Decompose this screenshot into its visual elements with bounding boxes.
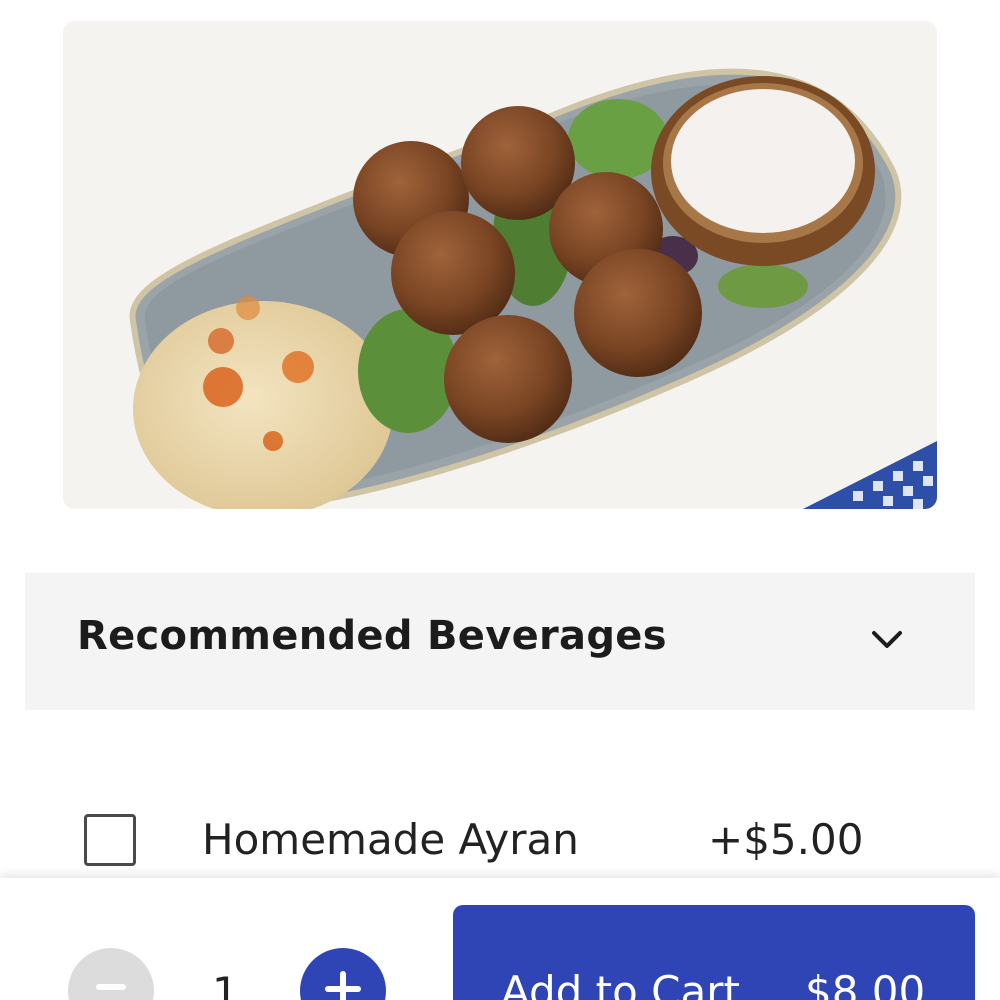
section-title: Recommended Beverages [77, 613, 667, 659]
add-to-cart-label: Add to Cart [501, 967, 740, 1000]
beverage-option-price: +$5.00 [708, 815, 864, 864]
recommended-beverages-header[interactable]: Recommended Beverages [25, 573, 975, 710]
beverage-checkbox[interactable] [84, 814, 136, 866]
quantity-value: 1 [212, 968, 239, 1000]
increase-quantity-button[interactable] [300, 948, 386, 1000]
add-to-cart-button[interactable]: Add to Cart $8.00 [453, 905, 975, 1000]
chevron-down-icon[interactable] [871, 629, 903, 651]
product-image [63, 21, 937, 509]
decrease-quantity-button[interactable] [68, 948, 154, 1000]
falafel-plate-illustration [63, 21, 937, 509]
minus-icon [96, 984, 126, 990]
cart-bar: 1 Add to Cart $8.00 [0, 878, 1000, 1000]
beverage-option-label: Homemade Ayran [202, 815, 579, 864]
cart-total: $8.00 [805, 967, 926, 1000]
